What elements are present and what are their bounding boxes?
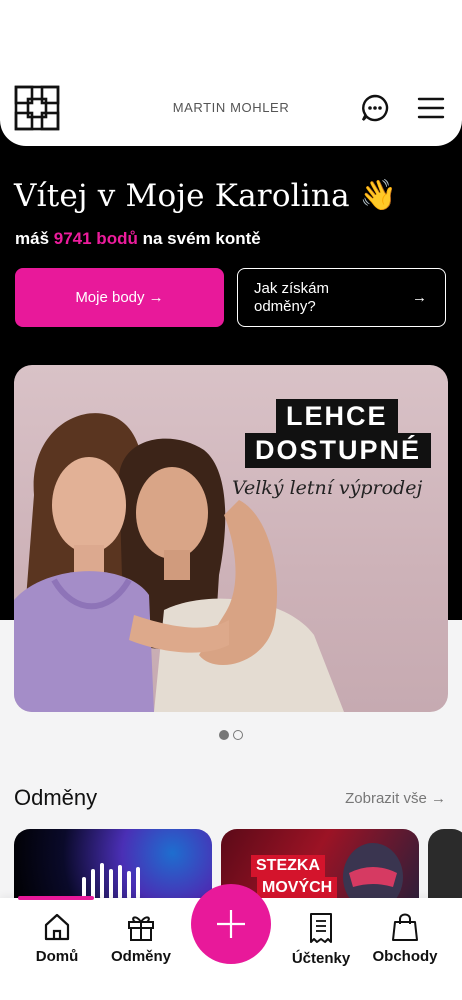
banner-tag-line1: LEHCE [276,399,398,434]
nav-item-shops[interactable]: Obchody [365,912,445,965]
home-icon [44,913,70,941]
gift-icon [128,916,154,941]
banner-subtitle: Velký letní výprodej [232,477,423,499]
promo-banner[interactable]: LEHCE DOSTUPNÉ Velký letní výprodej [14,365,448,712]
app-header: MARTIN MOHLER [0,70,462,146]
how-to-earn-button-label: Jak získám odměny? [254,279,330,315]
shopping-bag-icon [392,913,418,941]
points-prefix: máš [15,229,50,248]
nav-item-label: Účtenky [291,950,351,967]
rewards-section-title: Odměny [14,785,98,810]
arrow-right-icon: → [412,289,427,306]
points-suffix: na svém kontě [142,229,261,248]
nav-item-label: Obchody [372,948,438,965]
waving-hand-icon: 👋 [359,178,398,213]
receipt-icon [310,913,332,943]
my-points-button[interactable]: Moje body → [15,268,224,327]
plus-icon [217,910,245,938]
status-bar-area [0,0,462,80]
reward-card[interactable] [428,829,462,909]
add-receipt-button[interactable] [191,884,271,964]
nav-item-rewards[interactable]: Odměny [101,912,181,965]
welcome-text: Vítej v Moje Karolina [14,178,350,214]
nav-item-label: Odměny [110,948,171,965]
reward-card-title-line2: MOVÝCH [257,877,338,899]
points-summary: máš 9741 bodů na svém kontě [15,229,261,249]
nav-item-home[interactable]: Domů [17,912,97,965]
points-value: 9741 bodů [53,229,138,248]
nav-item-label: Domů [35,948,79,965]
banner-tag-line2: DOSTUPNÉ [245,433,432,468]
see-all-link[interactable]: Zobrazit vše → [345,790,446,807]
how-to-earn-button[interactable]: Jak získám odměny? → [237,268,446,327]
carousel-dot-active[interactable] [219,730,229,740]
audio-bars-graphic [82,863,140,899]
reward-card-title-line1: STEZKA [251,855,325,877]
carousel-indicator[interactable] [219,730,243,740]
app-screen: MARTIN MOHLER Vítej v Moje Karolina 👋 má… [0,0,462,1000]
my-points-button-label: Moje body → [75,289,164,306]
user-name: MARTIN MOHLER [172,100,290,115]
scroll-progress-indicator [18,896,94,900]
carousel-dot[interactable] [233,730,243,740]
nav-item-receipts[interactable]: Účtenky [281,912,361,967]
welcome-heading: Vítej v Moje Karolina 👋 [14,178,397,214]
